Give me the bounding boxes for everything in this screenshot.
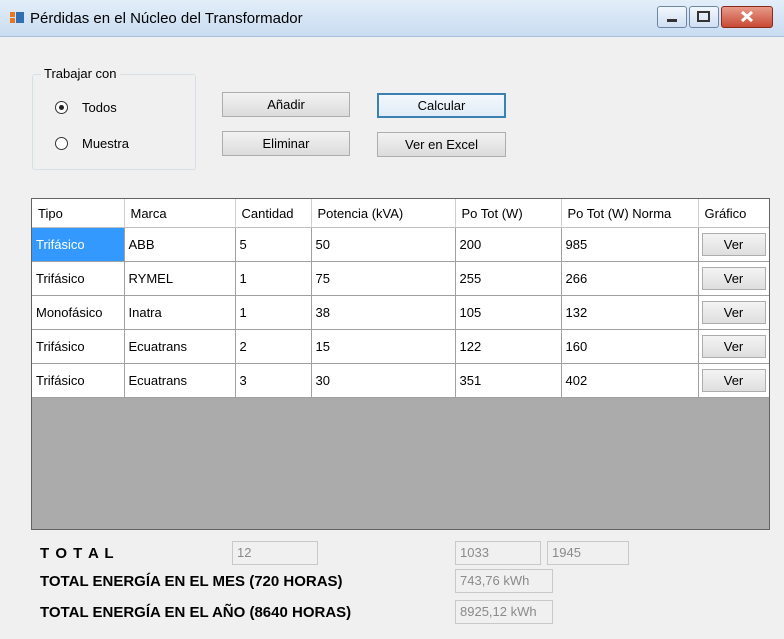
cell-po-tot-norma[interactable]: 985 [561,227,699,262]
title-bar[interactable]: Pérdidas en el Núcleo del Transformador [0,0,784,37]
cell-cantidad[interactable]: 2 [235,329,312,364]
radio-muestra[interactable]: Muestra [55,135,175,153]
main-window: Pérdidas en el Núcleo del Transformador … [0,0,784,639]
cell-po-tot[interactable]: 200 [455,227,562,262]
cell-potencia[interactable]: 15 [311,329,456,364]
table-header-row: Tipo Marca Cantidad Potencia (kVA) Po To… [32,199,769,228]
minimize-button[interactable] [657,6,687,28]
transformer-table: Tipo Marca Cantidad Potencia (kVA) Po To… [32,199,769,398]
close-button[interactable] [721,6,773,28]
view-chart-button[interactable]: Ver [701,369,766,392]
groupbox-label: Trabajar con [41,66,120,81]
cell-marca[interactable]: ABB [124,227,236,262]
total-po-tot-field: 1033 [455,541,541,565]
maximize-icon [697,11,710,22]
view-chart-button[interactable]: Ver [701,335,766,358]
column-header-grafico[interactable]: Gráfico [698,199,769,228]
cell-potencia[interactable]: 38 [311,295,456,330]
window-title: Pérdidas en el Núcleo del Transformador [30,10,303,27]
work-with-groupbox [32,74,196,170]
column-header-po-tot-norma[interactable]: Po Tot (W) Norma [561,199,699,228]
cell-potencia[interactable]: 50 [311,227,456,262]
month-energy-label: TOTAL ENERGÍA EN EL MES (720 HORAS) [40,573,343,590]
add-button[interactable]: Añadir [222,92,350,117]
year-energy-field: 8925,12 kWh [455,600,553,624]
total-po-tot-norma-field: 1945 [547,541,629,565]
cell-cantidad[interactable]: 1 [235,261,312,296]
cell-marca[interactable]: Ecuatrans [124,363,236,398]
cell-marca[interactable]: Inatra [124,295,236,330]
view-chart-button[interactable]: Ver [701,301,766,324]
maximize-button[interactable] [689,6,719,28]
cell-po-tot-norma[interactable]: 160 [561,329,699,364]
calculate-button[interactable]: Calcular [377,93,506,118]
cell-cantidad[interactable]: 1 [235,295,312,330]
cell-tipo[interactable]: Trifásico [32,261,125,296]
delete-button[interactable]: Eliminar [222,131,350,156]
cell-po-tot-norma[interactable]: 132 [561,295,699,330]
cell-tipo[interactable]: Trifásico [32,227,125,262]
total-cantidad-field: 12 [232,541,318,565]
cell-tipo[interactable]: Monofásico [32,295,125,330]
cell-tipo[interactable]: Trifásico [32,329,125,364]
cell-cantidad[interactable]: 3 [235,363,312,398]
cell-grafico: Ver [698,227,769,262]
radio-dot [59,105,64,110]
cell-grafico: Ver [698,363,769,398]
cell-po-tot[interactable]: 122 [455,329,562,364]
cell-po-tot[interactable]: 255 [455,261,562,296]
minimize-icon [667,19,677,22]
table-row[interactable]: Trifásico ABB 5 50 200 985 Ver [32,227,769,262]
view-chart-button[interactable]: Ver [701,233,766,256]
table-row[interactable]: Trifásico RYMEL 1 75 255 266 Ver [32,261,769,296]
cell-tipo[interactable]: Trifásico [32,363,125,398]
cell-grafico: Ver [698,329,769,364]
cell-marca[interactable]: Ecuatrans [124,329,236,364]
column-header-tipo[interactable]: Tipo [32,199,125,228]
radio-todos[interactable]: Todos [55,99,175,117]
cell-po-tot-norma[interactable]: 402 [561,363,699,398]
cell-po-tot[interactable]: 351 [455,363,562,398]
radio-muestra-label: Muestra [82,136,129,151]
column-header-potencia[interactable]: Potencia (kVA) [311,199,456,228]
column-header-cantidad[interactable]: Cantidad [235,199,312,228]
column-header-marca[interactable]: Marca [124,199,236,228]
radio-circle [55,101,68,114]
cell-grafico: Ver [698,295,769,330]
cell-po-tot-norma[interactable]: 266 [561,261,699,296]
close-icon [740,10,754,23]
view-chart-button[interactable]: Ver [701,267,766,290]
radio-circle [55,137,68,150]
data-grid[interactable]: Tipo Marca Cantidad Potencia (kVA) Po To… [31,198,770,530]
cell-cantidad[interactable]: 5 [235,227,312,262]
year-energy-label: TOTAL ENERGÍA EN EL AÑO (8640 HORAS) [40,604,352,621]
table-row[interactable]: Monofásico Inatra 1 38 105 132 Ver [32,295,769,330]
radio-todos-label: Todos [82,100,117,115]
total-label: T O T A L [40,545,115,562]
cell-potencia[interactable]: 30 [311,363,456,398]
cell-po-tot[interactable]: 105 [455,295,562,330]
cell-grafico: Ver [698,261,769,296]
cell-potencia[interactable]: 75 [311,261,456,296]
column-header-po-tot[interactable]: Po Tot (W) [455,199,562,228]
view-excel-button[interactable]: Ver en Excel [377,132,506,157]
month-energy-field: 743,76 kWh [455,569,553,593]
app-icon [10,12,24,23]
cell-marca[interactable]: RYMEL [124,261,236,296]
table-row[interactable]: Trifásico Ecuatrans 3 30 351 402 Ver [32,363,769,398]
table-row[interactable]: Trifásico Ecuatrans 2 15 122 160 Ver [32,329,769,364]
